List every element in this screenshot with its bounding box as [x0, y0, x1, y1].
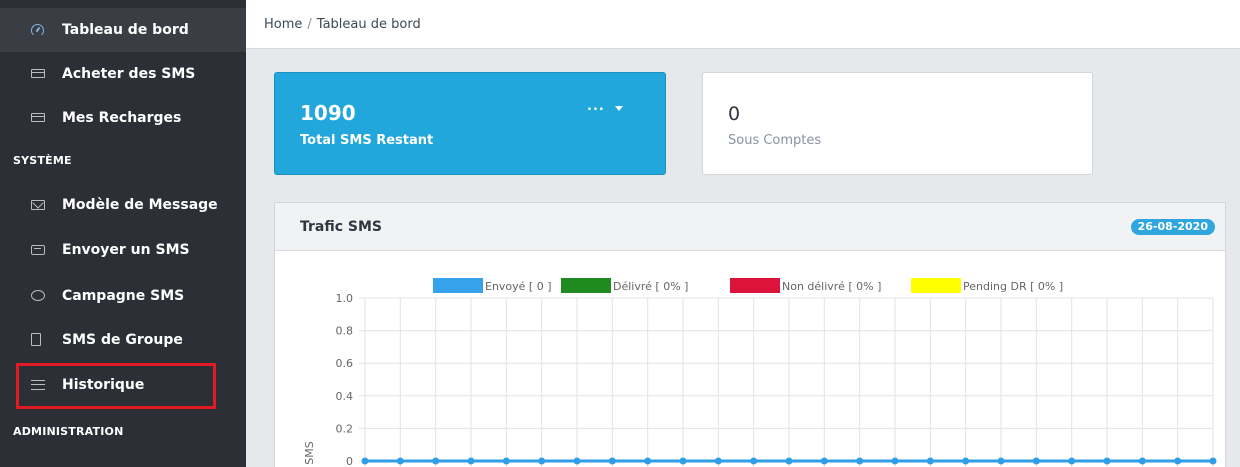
- section-title-administration: ADMINISTRATION: [13, 425, 124, 438]
- sidebar-item-envoyer-un-sms[interactable]: Envoyer un SMS: [0, 228, 246, 272]
- data-point: [361, 457, 369, 465]
- panel-title: Trafic SMS: [300, 219, 383, 235]
- y-tick-label: 1.0: [336, 292, 354, 305]
- data-point: [1174, 457, 1182, 465]
- legend-label: Envoyé [ 0 ]: [485, 280, 552, 293]
- sidebar-item-sms-de-groupe[interactable]: SMS de Groupe: [0, 318, 246, 362]
- data-point: [820, 457, 828, 465]
- data-point: [573, 457, 581, 465]
- y-tick-label: 0: [346, 455, 353, 467]
- sms-remaining-card: 1090 Total SMS Restant ...: [274, 72, 666, 175]
- data-point: [396, 457, 404, 465]
- data-point: [1068, 457, 1076, 465]
- sidebar-item-label: Acheter des SMS: [62, 66, 196, 82]
- data-point: [432, 457, 440, 465]
- legend-label: Non délivré [ 0% ]: [782, 280, 881, 293]
- card-menu-button[interactable]: ...: [587, 99, 605, 114]
- data-point: [644, 457, 652, 465]
- sms-remaining-value: 1090: [300, 101, 356, 125]
- caret-down-icon[interactable]: [615, 106, 623, 111]
- y-axis-label: SMS: [303, 441, 316, 464]
- sub-accounts-label: Sous Comptes: [728, 133, 822, 148]
- sms-traffic-chart: Envoyé [ 0 ] Délivré [ 0% ] Non délivré [ …: [303, 278, 1217, 467]
- sms-traffic-panel: Trafic SMS 26-08-2020 Envoyé [ 0 ] Délivr…: [274, 202, 1226, 467]
- legend-swatch: [730, 278, 780, 293]
- data-point: [856, 457, 864, 465]
- sidebar-item-label: Envoyer un SMS: [62, 242, 190, 258]
- data-point: [962, 457, 970, 465]
- sidebar-item-label: Tableau de bord: [62, 22, 189, 38]
- data-point: [785, 457, 793, 465]
- y-tick-label: 0.8: [336, 325, 354, 338]
- sidebar-item-label: Campagne SMS: [62, 288, 185, 304]
- credit-card-icon: [31, 69, 45, 78]
- data-point: [679, 457, 687, 465]
- data-point: [997, 457, 1005, 465]
- legend-swatch: [433, 278, 483, 293]
- rectangle-icon: [31, 333, 41, 346]
- data-point: [467, 457, 475, 465]
- sub-accounts-value: 0: [728, 103, 741, 125]
- breadcrumb-home[interactable]: Home: [264, 17, 302, 32]
- sidebar-item-label: SMS de Groupe: [62, 332, 183, 348]
- sidebar-item-label: Modèle de Message: [62, 197, 218, 213]
- y-tick-label: 0.4: [336, 390, 354, 403]
- breadcrumb-current: Tableau de bord: [316, 17, 421, 32]
- data-point: [750, 457, 758, 465]
- sidebar-item-label: Mes Recharges: [62, 110, 182, 126]
- data-point: [608, 457, 616, 465]
- date-badge: 26-08-2020: [1130, 219, 1215, 235]
- data-point: [891, 457, 899, 465]
- legend-label: Délivré [ 0% ]: [613, 280, 688, 293]
- topbar: Home / Tableau de bord: [246, 0, 1240, 49]
- gauge-icon: [31, 24, 44, 37]
- panel-header: Trafic SMS 26-08-2020: [275, 203, 1225, 251]
- message-icon: [31, 245, 45, 255]
- credit-card-icon: [31, 113, 45, 122]
- legend-swatch: [911, 278, 961, 293]
- data-point: [1103, 457, 1111, 465]
- legend-label: Pending DR [ 0% ]: [963, 280, 1063, 293]
- data-point: [538, 457, 546, 465]
- data-point: [1032, 457, 1040, 465]
- main-content: 1090 Total SMS Restant ... 0 Sous Compte…: [246, 49, 1240, 467]
- sidebar-item-acheter-des-sms[interactable]: Acheter des SMS: [0, 52, 246, 96]
- sms-remaining-label: Total SMS Restant: [300, 133, 434, 148]
- section-title-system: SYSTÈME: [13, 154, 72, 167]
- sidebar-item-campagne-sms[interactable]: Campagne SMS: [0, 274, 246, 318]
- data-point: [1138, 457, 1146, 465]
- data-point: [502, 457, 510, 465]
- sub-accounts-card: 0 Sous Comptes: [702, 72, 1093, 175]
- sidebar-item-tableau-de-bord[interactable]: Tableau de bord: [0, 8, 246, 52]
- sidebar: Tableau de bord Acheter des SMS Mes Rech…: [0, 0, 246, 467]
- breadcrumb-separator: /: [307, 17, 312, 32]
- highlight-box: [16, 363, 216, 409]
- y-tick-label: 0.2: [336, 422, 354, 435]
- data-point: [714, 457, 722, 465]
- data-point: [1209, 457, 1217, 465]
- envelope-icon: [31, 200, 45, 210]
- breadcrumb: Home / Tableau de bord: [264, 17, 421, 32]
- sidebar-item-mes-recharges[interactable]: Mes Recharges: [0, 96, 246, 140]
- data-point: [926, 457, 934, 465]
- y-tick-label: 0.6: [336, 357, 354, 370]
- sidebar-item-modele-de-message[interactable]: Modèle de Message: [0, 183, 246, 227]
- legend-swatch: [561, 278, 611, 293]
- chat-bubble-icon: [31, 290, 45, 301]
